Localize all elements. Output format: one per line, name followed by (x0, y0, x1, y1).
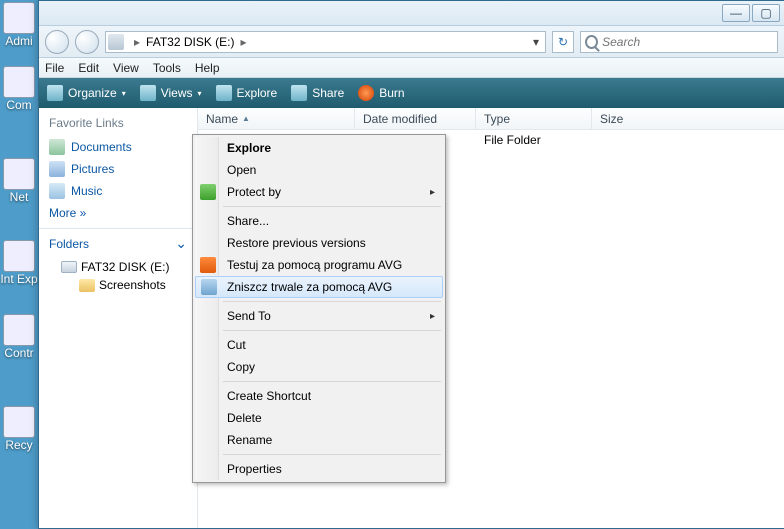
breadcrumb[interactable]: ▸ FAT32 DISK (E:) ▸ ▾ (105, 31, 546, 53)
menu-cut[interactable]: Cut (195, 334, 443, 356)
search-icon (585, 35, 598, 49)
folders-header[interactable]: Folders⌄ (39, 228, 197, 258)
refresh-button[interactable]: ↻ (552, 31, 574, 53)
breadcrumb-segment[interactable]: FAT32 DISK (E:) (146, 35, 234, 49)
menu-view[interactable]: View (113, 61, 139, 75)
menu-delete[interactable]: Delete (195, 407, 443, 429)
desktop-icons: Admi Com Net Int Exp Contr Recy (0, 0, 38, 529)
menu-protect-by[interactable]: Protect by▸ (195, 181, 443, 203)
burn-button[interactable]: Burn (358, 85, 404, 101)
minimize-button[interactable]: — (722, 4, 750, 22)
column-date[interactable]: Date modified (355, 108, 476, 129)
context-menu: Explore Open Protect by▸ Share... Restor… (192, 134, 446, 483)
burn-icon (358, 85, 374, 101)
menu-rename[interactable]: Rename (195, 429, 443, 451)
tree-folder-screenshots[interactable]: Screenshots (39, 276, 197, 294)
drive-icon (108, 34, 124, 50)
share-button[interactable]: Share (291, 85, 344, 101)
views-icon (140, 85, 156, 101)
folder-icon (79, 279, 95, 292)
column-name[interactable]: Name▲ (198, 108, 355, 129)
forward-button[interactable] (75, 30, 99, 54)
titlebar: — ▢ (39, 1, 784, 26)
drive-icon (61, 261, 77, 273)
menu-avg-shred[interactable]: Zniszcz trwale za pomocą AVG (195, 276, 443, 298)
chevron-down-icon: ▾ (122, 89, 126, 98)
tree-drive[interactable]: FAT32 DISK (E:) (39, 258, 197, 276)
address-bar: ▸ FAT32 DISK (E:) ▸ ▾ ↻ (39, 26, 784, 58)
explore-button[interactable]: Explore (216, 85, 278, 101)
favorite-links-header: Favorite Links (39, 108, 197, 136)
views-button[interactable]: Views▾ (140, 85, 202, 101)
chevron-down-icon: ⌄ (175, 235, 187, 252)
favorite-pictures[interactable]: Pictures (39, 158, 197, 180)
favorite-documents[interactable]: Documents (39, 136, 197, 158)
chevron-right-icon[interactable]: ▸ (235, 35, 253, 49)
menu-share[interactable]: Share... (195, 210, 443, 232)
menu-send-to[interactable]: Send To▸ (195, 305, 443, 327)
music-icon (49, 183, 65, 199)
shield-icon (200, 184, 216, 200)
navigation-pane: Favorite Links Documents Pictures Music … (39, 108, 198, 528)
sort-asc-icon: ▲ (242, 114, 250, 123)
explore-icon (216, 85, 232, 101)
menu-explore[interactable]: Explore (195, 137, 443, 159)
breadcrumb-dropdown[interactable]: ▾ (529, 35, 543, 49)
chevron-down-icon: ▾ (198, 89, 202, 98)
chevron-right-icon: ▸ (430, 311, 435, 322)
menu-help[interactable]: Help (195, 61, 220, 75)
search-box[interactable] (580, 31, 778, 53)
documents-icon (49, 139, 65, 155)
avg-icon (200, 257, 216, 273)
menu-copy[interactable]: Copy (195, 356, 443, 378)
menu-avg-test[interactable]: Testuj za pomocą programu AVG (195, 254, 443, 276)
file-type: File Folder (476, 133, 592, 147)
command-bar: Organize▾ Views▾ Explore Share Burn (39, 78, 784, 108)
menu-restore-versions[interactable]: Restore previous versions (195, 232, 443, 254)
search-input[interactable] (602, 35, 773, 49)
menu-file[interactable]: File (45, 61, 64, 75)
column-type[interactable]: Type (476, 108, 592, 129)
favorite-music[interactable]: Music (39, 180, 197, 202)
column-size[interactable]: Size (592, 108, 784, 129)
menu-edit[interactable]: Edit (78, 61, 99, 75)
more-link[interactable]: More » (39, 202, 197, 228)
menu-open[interactable]: Open (195, 159, 443, 181)
menu-properties[interactable]: Properties (195, 458, 443, 480)
organize-icon (47, 85, 63, 101)
organize-button[interactable]: Organize▾ (47, 85, 126, 101)
menu-tools[interactable]: Tools (153, 61, 181, 75)
maximize-button[interactable]: ▢ (752, 4, 780, 22)
menu-create-shortcut[interactable]: Create Shortcut (195, 385, 443, 407)
refresh-icon: ↻ (558, 35, 568, 49)
shredder-icon (201, 279, 217, 295)
chevron-right-icon: ▸ (128, 35, 146, 49)
pictures-icon (49, 161, 65, 177)
share-icon (291, 85, 307, 101)
menubar: File Edit View Tools Help (39, 58, 784, 78)
column-headers: Name▲ Date modified Type Size (198, 108, 784, 130)
chevron-right-icon: ▸ (430, 187, 435, 198)
back-button[interactable] (45, 30, 69, 54)
